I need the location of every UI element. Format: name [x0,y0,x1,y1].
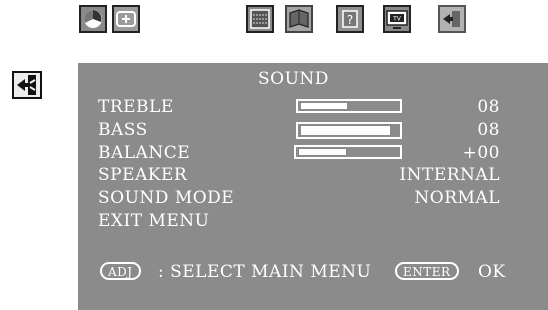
book-icon[interactable] [285,5,313,33]
adj-key-badge: ADJ [100,262,141,280]
exit-menu-item[interactable]: EXIT MENU [98,211,210,231]
adj-hint-text: : SELECT MAIN MENU [158,262,372,282]
menu-title: SOUND [258,69,329,89]
exit-icon[interactable] [12,71,42,99]
balance-slider[interactable] [294,145,402,159]
sound-mode-value: NORMAL [414,188,500,208]
speaker-label[interactable]: SPEAKER [98,165,187,185]
balance-slider-fill [299,149,346,155]
balance-value: +00 [462,143,500,163]
enter-hint-text: OK [478,262,506,282]
sound-icon[interactable] [79,5,107,33]
tv-icon-glyph: TV [392,16,402,23]
treble-label[interactable]: TREBLE [98,97,174,117]
help-icon[interactable]: ? [336,5,364,33]
treble-value: 08 [477,97,500,117]
bass-value: 08 [477,120,500,140]
bass-slider-fill [301,126,390,135]
treble-slider[interactable] [296,99,402,113]
sound-mode-label[interactable]: SOUND MODE [98,188,234,208]
exit-door-icon[interactable] [438,5,466,33]
bass-label[interactable]: BASS [98,120,148,140]
treble-slider-fill [301,103,347,109]
calendar-icon[interactable] [246,5,274,33]
tv-icon[interactable]: TV [383,5,411,33]
balance-label[interactable]: BALANCE [98,143,190,163]
sound-menu-panel: SOUND TREBLE 08 BASS 08 BALANCE +00 SPEA… [78,63,548,310]
enter-key-badge: ENTER [395,262,459,280]
screen-adjust-icon[interactable] [112,5,140,33]
help-icon-glyph: ? [347,13,353,27]
bass-slider[interactable] [296,122,402,139]
speaker-value: INTERNAL [399,165,500,185]
